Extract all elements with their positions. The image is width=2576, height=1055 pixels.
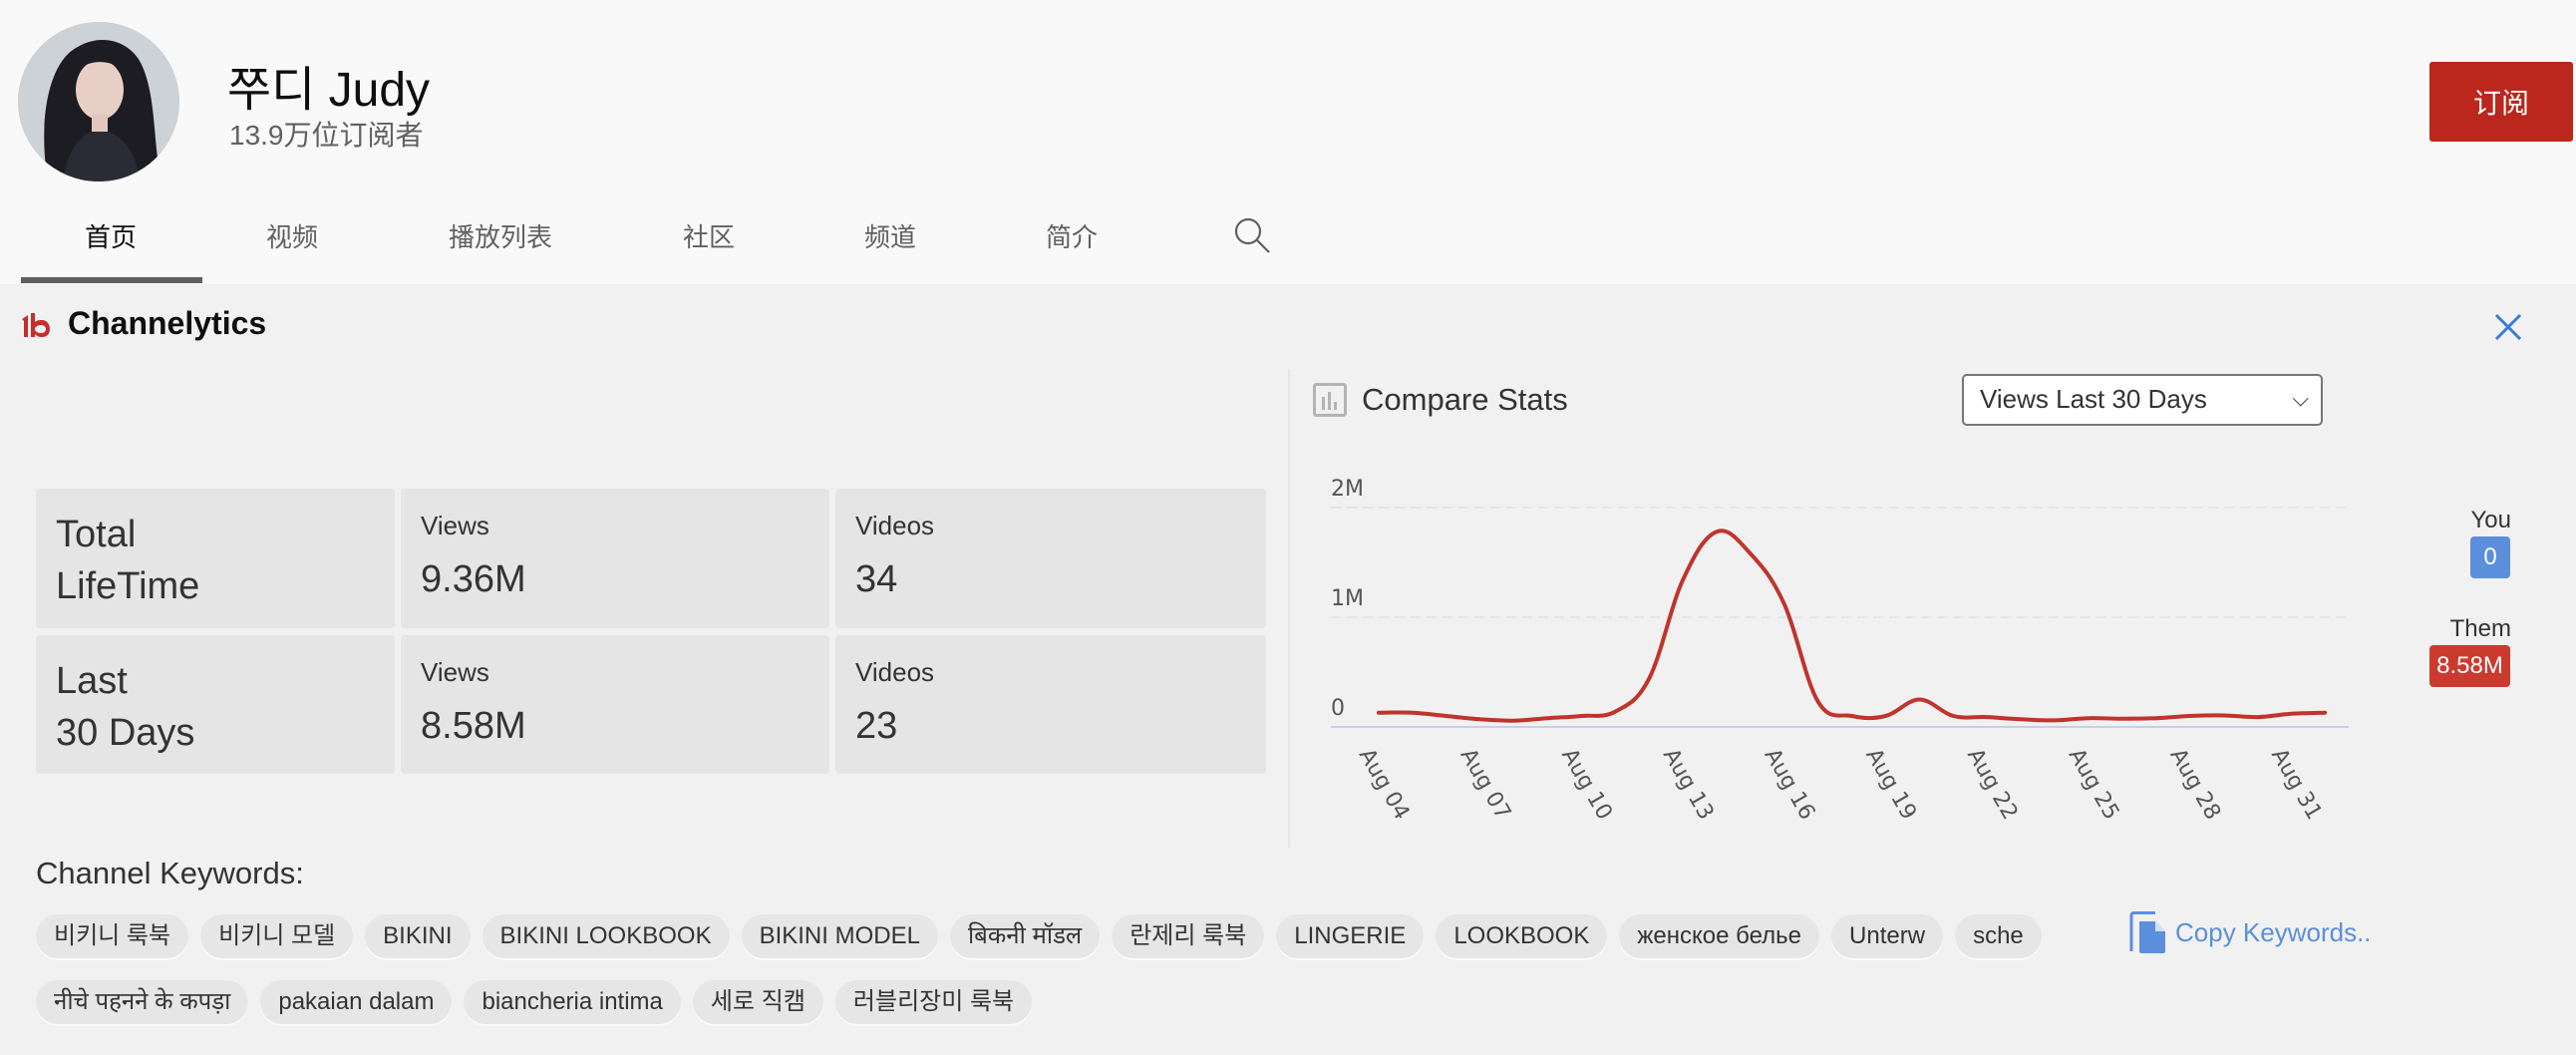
legend-you-label: You xyxy=(2470,507,2512,533)
x-tick-label: Aug 13 xyxy=(1658,745,1719,825)
channelytics-logo-icon xyxy=(20,311,52,339)
x-tick-label: Aug 04 xyxy=(1354,745,1415,825)
y-tick-label: 1M xyxy=(1331,586,1364,611)
stats-cell-views: Views 9.36M xyxy=(401,489,829,628)
stats-row-title: Last 30 Days xyxy=(36,635,395,774)
keyword-row: नीचे पहनने के कपड़ा pakaian dalam biancher… xyxy=(36,980,1033,1024)
keyword-chip[interactable]: Unterw xyxy=(1831,914,1944,958)
views-value: 8.58M xyxy=(421,705,526,747)
stats-cell-views: Views 8.58M xyxy=(401,635,829,774)
x-tick-label: Aug 25 xyxy=(2064,745,2124,825)
keyword-chip[interactable]: BIKINI xyxy=(365,914,471,958)
videos-value: 34 xyxy=(855,558,898,600)
legend-them-label: Them xyxy=(2449,615,2511,642)
tab-videos[interactable]: 视频 xyxy=(266,217,318,254)
stats-row-title: Total LifeTime xyxy=(36,489,395,628)
avatar-image xyxy=(18,22,179,181)
row-title-line1: Last xyxy=(56,660,128,702)
views-label: Views xyxy=(421,657,489,687)
x-tick-label: Aug 19 xyxy=(1860,745,1921,825)
keyword-chip[interactable]: женское белье xyxy=(1619,914,1820,958)
stats-cell-videos: Videos 34 xyxy=(835,489,1266,628)
keyword-chip[interactable]: pakaian dalam xyxy=(260,980,453,1024)
row-title-line2: LifeTime xyxy=(56,565,200,607)
keyword-row: 비키니 룩북 비키니 모델 BIKINI BIKINI LOOKBOOK BIKINI … xyxy=(36,914,2042,958)
views-chart: 0 1M 2M Aug 04 Aug 07 Aug 10 Aug 13 Aug 16 Aug … xyxy=(1331,477,2349,825)
keyword-chip[interactable]: LOOKBOOK xyxy=(1436,914,1608,958)
tab-channels[interactable]: 频道 xyxy=(864,217,916,254)
range-select[interactable]: Views Last 30 Days ⌵ xyxy=(1962,374,2323,426)
x-tick-label: Aug 16 xyxy=(1760,745,1820,825)
keyword-chip[interactable]: LINGERIE xyxy=(1276,914,1425,958)
keyword-chip[interactable]: sche xyxy=(1955,914,2042,958)
range-select-value: Views Last 30 Days xyxy=(1980,384,2207,414)
compare-stats-title: Compare Stats xyxy=(1362,382,1568,417)
x-tick-label: Aug 31 xyxy=(2266,745,2327,825)
y-tick-label: 2M xyxy=(1331,477,1364,502)
copy-icon xyxy=(2129,911,2165,953)
keyword-chip[interactable]: बिकनी मॉडल xyxy=(949,914,1101,958)
keyword-chip[interactable]: 란제리 룩북 xyxy=(1112,914,1265,958)
x-tick-label: Aug 07 xyxy=(1455,745,1516,825)
x-tick-label: Aug 10 xyxy=(1556,745,1617,825)
tab-playlists[interactable]: 播放列表 xyxy=(449,217,552,254)
extension-title: Channelytics xyxy=(68,305,267,341)
keyword-chip[interactable]: 비키니 모델 xyxy=(200,914,354,958)
row-title-line2: 30 Days xyxy=(56,712,195,754)
copy-keywords-label: Copy Keywords.. xyxy=(2175,916,2372,947)
subscribe-button[interactable]: 订阅 xyxy=(2429,62,2573,142)
chevron-down-icon: ⌵ xyxy=(2292,386,2309,411)
keyword-chip[interactable]: BIKINI MODEL xyxy=(741,914,938,958)
active-tab-indicator xyxy=(21,277,202,283)
legend-them-badge: 8.58M xyxy=(2429,645,2510,687)
keyword-chip[interactable]: नीचे पहनने के कपड़ा xyxy=(36,980,249,1024)
tab-community[interactable]: 社区 xyxy=(683,217,735,254)
channel-name: 쭈디 Judy xyxy=(227,64,431,117)
keyword-chip[interactable]: BIKINI LOOKBOOK xyxy=(482,914,730,958)
videos-label: Videos xyxy=(855,657,935,687)
x-tick-label: Aug 28 xyxy=(2164,745,2225,825)
panel-divider xyxy=(1288,369,1290,848)
keywords-label: Channel Keywords: xyxy=(36,856,304,890)
keyword-chip[interactable]: 비키니 룩북 xyxy=(36,914,189,958)
legend-you-badge: 0 xyxy=(2470,536,2510,578)
x-tick-label: Aug 22 xyxy=(1962,745,2023,825)
videos-value: 23 xyxy=(855,705,898,747)
copy-keywords-button[interactable]: Copy Keywords.. xyxy=(2129,911,2372,953)
views-label: Views xyxy=(421,511,489,540)
keyword-chip[interactable]: 러블리장미 룩북 xyxy=(834,980,1033,1024)
search-icon[interactable] xyxy=(1232,215,1274,257)
views-value: 9.36M xyxy=(421,558,526,600)
bar-chart-icon xyxy=(1313,383,1347,417)
videos-label: Videos xyxy=(855,511,935,540)
y-tick-label: 0 xyxy=(1331,696,1345,721)
channel-header: 쭈디 Judy 13.9万位订阅者 订阅 首页 视频 播放列表 社区 频道 简介 xyxy=(0,0,2576,284)
stats-cell-videos: Videos 23 xyxy=(835,635,1266,774)
close-icon[interactable] xyxy=(2492,311,2524,343)
series-line-them xyxy=(1377,528,2328,723)
tab-about[interactable]: 简介 xyxy=(1046,217,1098,254)
channel-avatar[interactable] xyxy=(18,22,179,181)
keyword-chip[interactable]: 세로 직캠 xyxy=(692,980,823,1024)
row-title-line1: Total xyxy=(56,514,137,555)
subscriber-count: 13.9万位订阅者 xyxy=(229,120,424,151)
tab-home[interactable]: 首页 xyxy=(85,217,137,254)
keyword-chip[interactable]: biancheria intima xyxy=(464,980,681,1024)
